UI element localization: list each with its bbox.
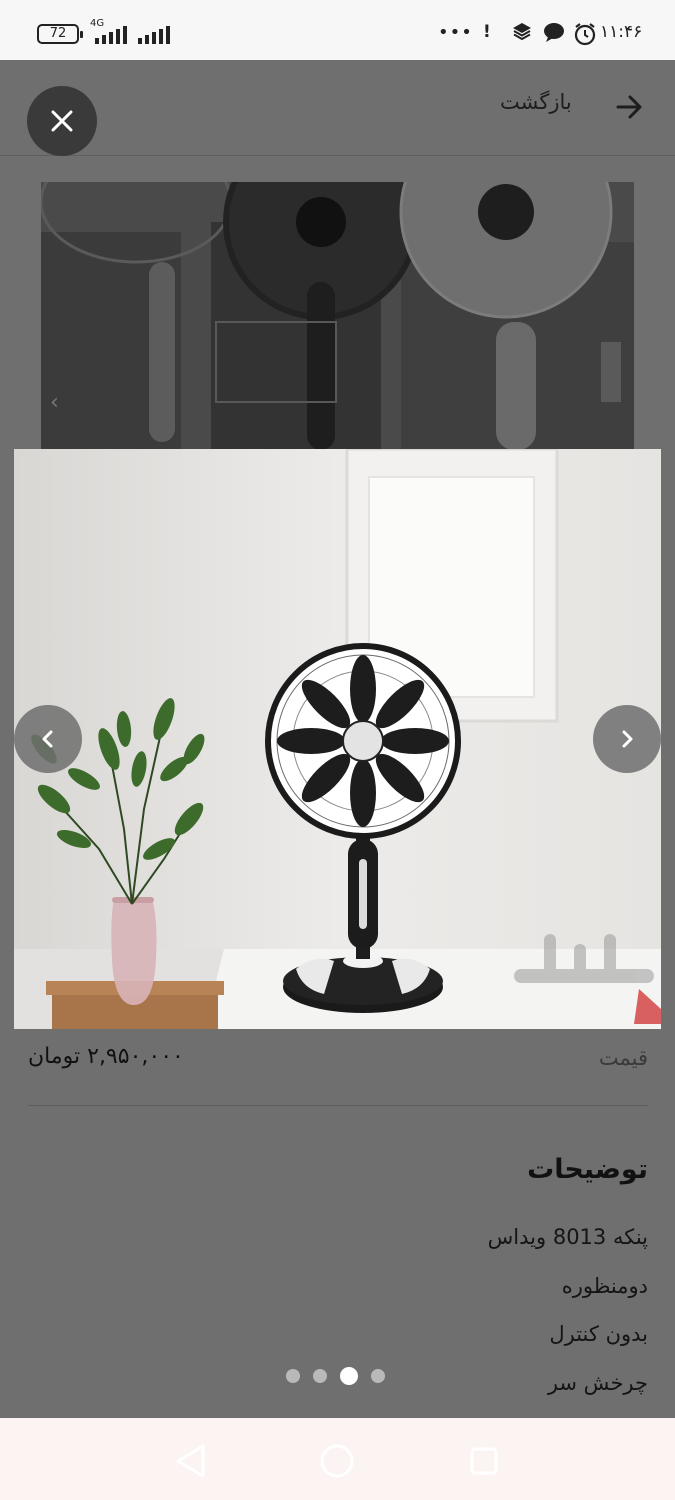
alert-icon: ! (483, 22, 491, 42)
price-value: ۲,۹۵۰,۰۰۰ تومان (28, 1044, 184, 1069)
status-bar: 72 4G ••• ! ۱۱:۴۶ (0, 0, 675, 60)
close-icon (51, 110, 73, 132)
more-notifications-icon: ••• (438, 22, 473, 43)
back-arrow-icon[interactable] (614, 92, 644, 126)
header-bar (0, 60, 675, 156)
system-nav-bar (0, 1418, 675, 1500)
background-product-photo (41, 182, 634, 450)
pagination-dot[interactable] (313, 1369, 327, 1383)
next-image-button[interactable] (593, 705, 661, 773)
prev-image-button[interactable] (14, 705, 82, 773)
fullscreen-image-viewer[interactable] (14, 449, 661, 1029)
alarm-icon (573, 22, 597, 51)
pagination-dots (286, 1366, 385, 1386)
clock: ۱۱:۴۶ (600, 22, 643, 42)
description-line: بدون کنترل (549, 1322, 648, 1346)
back-nav-icon[interactable] (170, 1438, 210, 1483)
description-title: توضیحات (527, 1154, 648, 1185)
chat-icon (543, 22, 565, 47)
chevron-right-icon (622, 730, 633, 748)
product-photo (14, 449, 661, 1029)
pagination-dot[interactable] (286, 1369, 300, 1383)
recents-nav-icon[interactable] (465, 1438, 505, 1483)
chevron-left-icon (42, 730, 53, 748)
description-line: دومنظوره (561, 1274, 648, 1298)
pagination-dot[interactable] (371, 1369, 385, 1383)
description-line: پنکه 8013 ویداس (487, 1225, 648, 1249)
battery-indicator: 72 (37, 24, 83, 44)
network-type: 4G (90, 18, 105, 29)
back-label[interactable]: بازگشت (500, 90, 572, 114)
pagination-dot-active[interactable] (340, 1367, 358, 1385)
layers-icon (512, 22, 532, 45)
home-nav-icon[interactable] (317, 1438, 357, 1483)
price-label: قیمت (598, 1046, 648, 1070)
divider (28, 1105, 648, 1106)
close-viewer-button[interactable] (27, 86, 97, 156)
background-prev-icon: ‹ (50, 390, 59, 415)
